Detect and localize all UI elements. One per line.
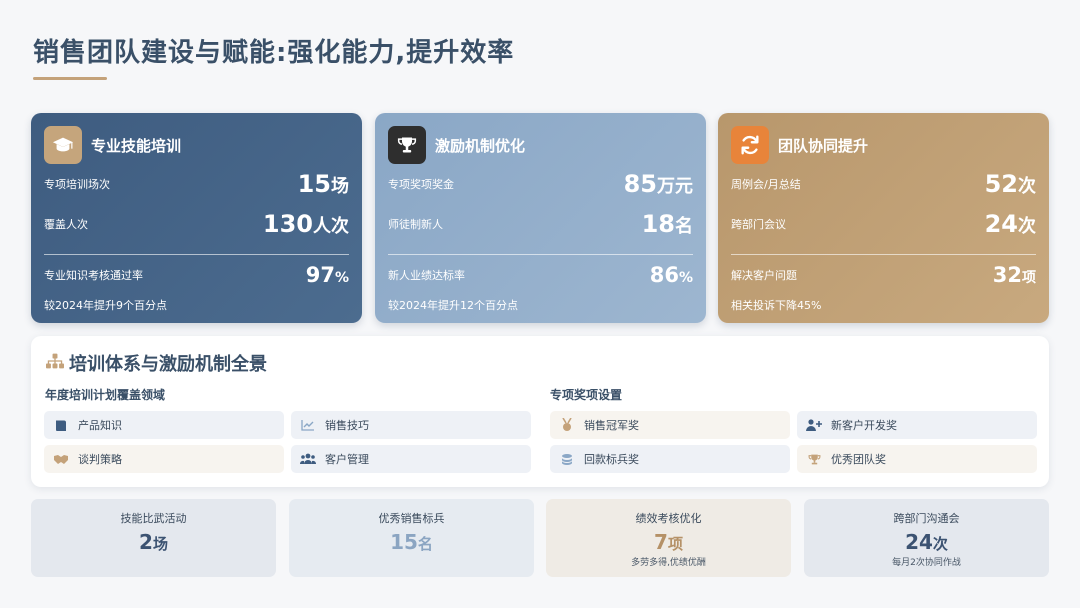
medal-icon: [558, 416, 576, 434]
award-chip: 销售冠军奖: [550, 411, 790, 439]
card-incentive: 激励机制优化 专项奖项奖金 85万元 师徒制新人 18名 新人业绩达标率 86%…: [375, 113, 706, 323]
stat-value: 15名: [390, 530, 433, 554]
award-chip: 新客户开发奖: [797, 411, 1037, 439]
card-title: 团队协同提升: [778, 136, 869, 155]
sitemap-icon: [45, 352, 65, 375]
stat-note: 每月2次协同作战: [892, 558, 961, 568]
card-title: 激励机制优化: [435, 136, 526, 155]
metric-label: 专项奖项奖金: [388, 178, 454, 191]
stat-title: 绩效考核优化: [635, 512, 702, 525]
user-plus-icon: [805, 416, 823, 434]
graduation-cap-icon: [44, 126, 82, 164]
metric-label: 解决客户问题: [731, 269, 797, 282]
divider: [731, 254, 1036, 255]
trophy-icon: [805, 450, 823, 468]
trophy-icon: [388, 126, 426, 164]
stat-skills-contest: 技能比武活动 2场: [31, 499, 276, 577]
metric-value: 130人次: [262, 210, 349, 238]
sync-icon: [731, 126, 769, 164]
metric-value: 15场: [297, 170, 349, 198]
book-icon: [52, 416, 70, 434]
training-area-chip: 产品知识: [44, 411, 284, 439]
metric-value: 97%: [305, 263, 349, 287]
training-area-chip: 谈判策略: [44, 445, 284, 473]
training-areas-heading: 年度培训计划覆盖领域: [45, 388, 166, 402]
stat-performance: 绩效考核优化 7项 多劳多得,优绩优酬: [546, 499, 791, 577]
card-team-collaboration: 团队协同提升 周例会/月总结 52次 跨部门会议 24次 解决客户问题 32项 …: [718, 113, 1049, 323]
award-chip: 优秀团队奖: [797, 445, 1037, 473]
users-icon: [299, 450, 317, 468]
awards-heading: 专项奖项设置: [550, 388, 623, 402]
overview-panel: 培训体系与激励机制全景 年度培训计划覆盖领域 专项奖项设置 产品知识 销售技巧 …: [31, 336, 1049, 487]
slide: 销售团队建设与赋能:强化能力,提升效率 专业技能培训 专项培训场次 15场 覆盖…: [0, 0, 1080, 608]
metric-value: 24次: [984, 210, 1036, 238]
training-area-chip: 客户管理: [291, 445, 531, 473]
metric-label: 专业知识考核通过率: [44, 269, 143, 282]
stat-title: 技能比武活动: [120, 512, 187, 525]
metric-value: 85万元: [623, 170, 693, 198]
metric-value: 18名: [641, 210, 693, 238]
metric-value: 52次: [984, 170, 1036, 198]
panel-title: 培训体系与激励机制全景: [45, 350, 267, 376]
divider: [388, 254, 693, 255]
stat-title: 跨部门沟通会: [893, 512, 960, 525]
award-chip: 回款标兵奖: [550, 445, 790, 473]
metric-label: 师徒制新人: [388, 218, 443, 231]
metric-value: 32项: [992, 263, 1036, 287]
training-area-chip: 销售技巧: [291, 411, 531, 439]
card-note: 较2024年提升9个百分点: [44, 299, 167, 312]
card-title: 专业技能培训: [91, 136, 182, 155]
coins-icon: [558, 450, 576, 468]
stat-value: 24次: [905, 530, 948, 554]
handshake-icon: [52, 450, 70, 468]
stat-value: 2场: [139, 530, 168, 554]
metric-value: 86%: [649, 263, 693, 287]
stat-value: 7项: [654, 530, 683, 554]
card-note: 较2024年提升12个百分点: [388, 299, 518, 312]
card-note: 相关投诉下降45%: [731, 299, 822, 312]
metric-label: 覆盖人次: [44, 218, 88, 231]
stat-cross-dept: 跨部门沟通会 24次 每月2次协同作战: [804, 499, 1049, 577]
divider: [44, 254, 349, 255]
metric-label: 专项培训场次: [44, 178, 110, 191]
metric-label: 新人业绩达标率: [388, 269, 465, 282]
stat-title: 优秀销售标兵: [378, 512, 445, 525]
page-title: 销售团队建设与赋能:强化能力,提升效率: [33, 38, 515, 68]
metric-label: 跨部门会议: [731, 218, 786, 231]
stat-note: 多劳多得,优绩优酬: [631, 558, 706, 568]
card-skills-training: 专业技能培训 专项培训场次 15场 覆盖人次 130人次 专业知识考核通过率 9…: [31, 113, 362, 323]
line-chart-icon: [299, 416, 317, 434]
title-underline: [33, 77, 107, 80]
stat-top-sales: 优秀销售标兵 15名: [289, 499, 534, 577]
metric-label: 周例会/月总结: [731, 178, 801, 191]
